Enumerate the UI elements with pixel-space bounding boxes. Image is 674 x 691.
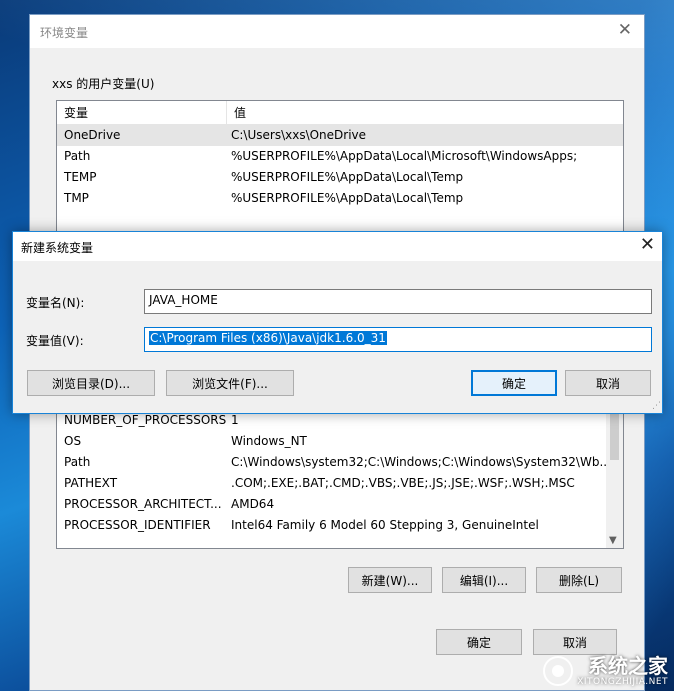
table-row[interactable]: OS Windows_NT (57, 431, 606, 452)
column-header-variable[interactable]: 变量 (57, 101, 227, 125)
delete-variable-button[interactable]: 删除(L) (536, 567, 622, 593)
dialog-titlebar: 新建系统变量 ✕ (13, 232, 662, 261)
watermark-text: 系统之家 XITONGZHIJIA.NET (577, 655, 668, 687)
scrollbar-thumb[interactable] (610, 412, 619, 460)
vertical-scrollbar[interactable]: ▼ (606, 410, 623, 548)
column-header-value[interactable]: 值 (227, 101, 246, 125)
dialog-title: 新建系统变量 (21, 241, 94, 255)
var-name: OneDrive (64, 128, 121, 142)
var-name: TEMP (64, 170, 97, 184)
var-name: OS (64, 434, 82, 448)
watermark-sub-text: XITONGZHIJIA.NET (577, 677, 668, 687)
table-row[interactable]: TEMP %USERPROFILE%\AppData\Local\Temp (57, 167, 623, 188)
variable-name-label: 变量名(N): (26, 296, 85, 310)
variable-name-input[interactable]: JAVA_HOME (144, 289, 652, 314)
browse-file-button[interactable]: 浏览文件(F)... (166, 370, 294, 396)
watermark-main-text: 系统之家 (588, 654, 668, 678)
watermark-logo-icon (543, 656, 574, 686)
var-value: C:\Windows\system32;C:\Windows;C:\Window… (231, 455, 606, 469)
env-titlebar: 环境变量 ✕ (30, 15, 644, 48)
var-name: Path (64, 455, 91, 469)
user-vars-group-label: xxs 的用户变量(U) (52, 77, 155, 91)
edit-variable-button[interactable]: 编辑(I)... (442, 567, 526, 593)
table-row[interactable]: TMP %USERPROFILE%\AppData\Local\Temp (57, 188, 623, 209)
variable-value-input[interactable]: C:\Program Files (x86)\Java\jdk1.6.0_31 (144, 327, 652, 352)
ok-button[interactable]: 确定 (471, 370, 557, 396)
selected-text: C:\Program Files (x86)\Java\jdk1.6.0_31 (149, 331, 387, 345)
table-row[interactable]: OneDrive C:\Users\xxs\OneDrive (57, 125, 623, 146)
var-name: PROCESSOR_ARCHITECT... (64, 497, 222, 511)
var-value: %USERPROFILE%\AppData\Local\Microsoft\Wi… (231, 149, 578, 163)
var-name: PATHEXT (64, 476, 118, 490)
close-icon[interactable]: ✕ (618, 20, 632, 40)
cancel-button[interactable]: 取消 (565, 370, 651, 396)
var-value: %USERPROFILE%\AppData\Local\Temp (231, 191, 464, 205)
table-row[interactable]: PROCESSOR_ARCHITECT... AMD64 (57, 494, 606, 515)
var-name: Path (64, 149, 91, 163)
var-name: PROCESSOR_IDENTIFIER (64, 518, 211, 532)
system-vars-rows: NUMBER_OF_PROCESSORS 1 OS Windows_NT Pat… (57, 410, 606, 536)
user-vars-header: 变量 值 (57, 101, 623, 125)
cancel-button[interactable]: 取消 (533, 629, 617, 655)
table-row[interactable]: PATHEXT .COM;.EXE;.BAT;.CMD;.VBS;.VBE;.J… (57, 473, 606, 494)
table-row[interactable]: PROCESSOR_IDENTIFIER Intel64 Family 6 Mo… (57, 515, 606, 536)
table-row[interactable]: Path C:\Windows\system32;C:\Windows;C:\W… (57, 452, 606, 473)
new-system-variable-dialog: 新建系统变量 ✕ 变量名(N): JAVA_HOME 变量值(V): C:\Pr… (12, 231, 663, 414)
env-window-title: 环境变量 (40, 26, 89, 40)
watermark: 系统之家 XITONGZHIJIA.NET (543, 655, 668, 687)
var-value: Windows_NT (231, 434, 307, 448)
close-icon[interactable]: ✕ (640, 234, 655, 255)
table-row[interactable]: Path %USERPROFILE%\AppData\Local\Microso… (57, 146, 623, 167)
ok-button[interactable]: 确定 (436, 629, 522, 655)
var-value: C:\Users\xxs\OneDrive (231, 128, 367, 142)
var-value: Intel64 Family 6 Model 60 Stepping 3, Ge… (231, 518, 539, 532)
var-value: %USERPROFILE%\AppData\Local\Temp (231, 170, 464, 184)
resize-grip-icon[interactable]: ⋰ (652, 401, 661, 411)
variable-value-label: 变量值(V): (26, 334, 84, 348)
var-value: AMD64 (231, 497, 275, 511)
chevron-down-icon[interactable]: ▼ (609, 535, 617, 546)
user-vars-list[interactable]: 变量 值 OneDrive C:\Users\xxs\OneDrive Path… (56, 100, 624, 240)
new-variable-button[interactable]: 新建(W)... (348, 567, 432, 593)
var-value: .COM;.EXE;.BAT;.CMD;.VBS;.VBE;.JS;.JSE;.… (231, 476, 575, 490)
browse-directory-button[interactable]: 浏览目录(D)... (27, 370, 155, 396)
var-name: TMP (64, 191, 89, 205)
system-vars-list[interactable]: NUMBER_OF_PROCESSORS 1 OS Windows_NT Pat… (56, 409, 624, 549)
